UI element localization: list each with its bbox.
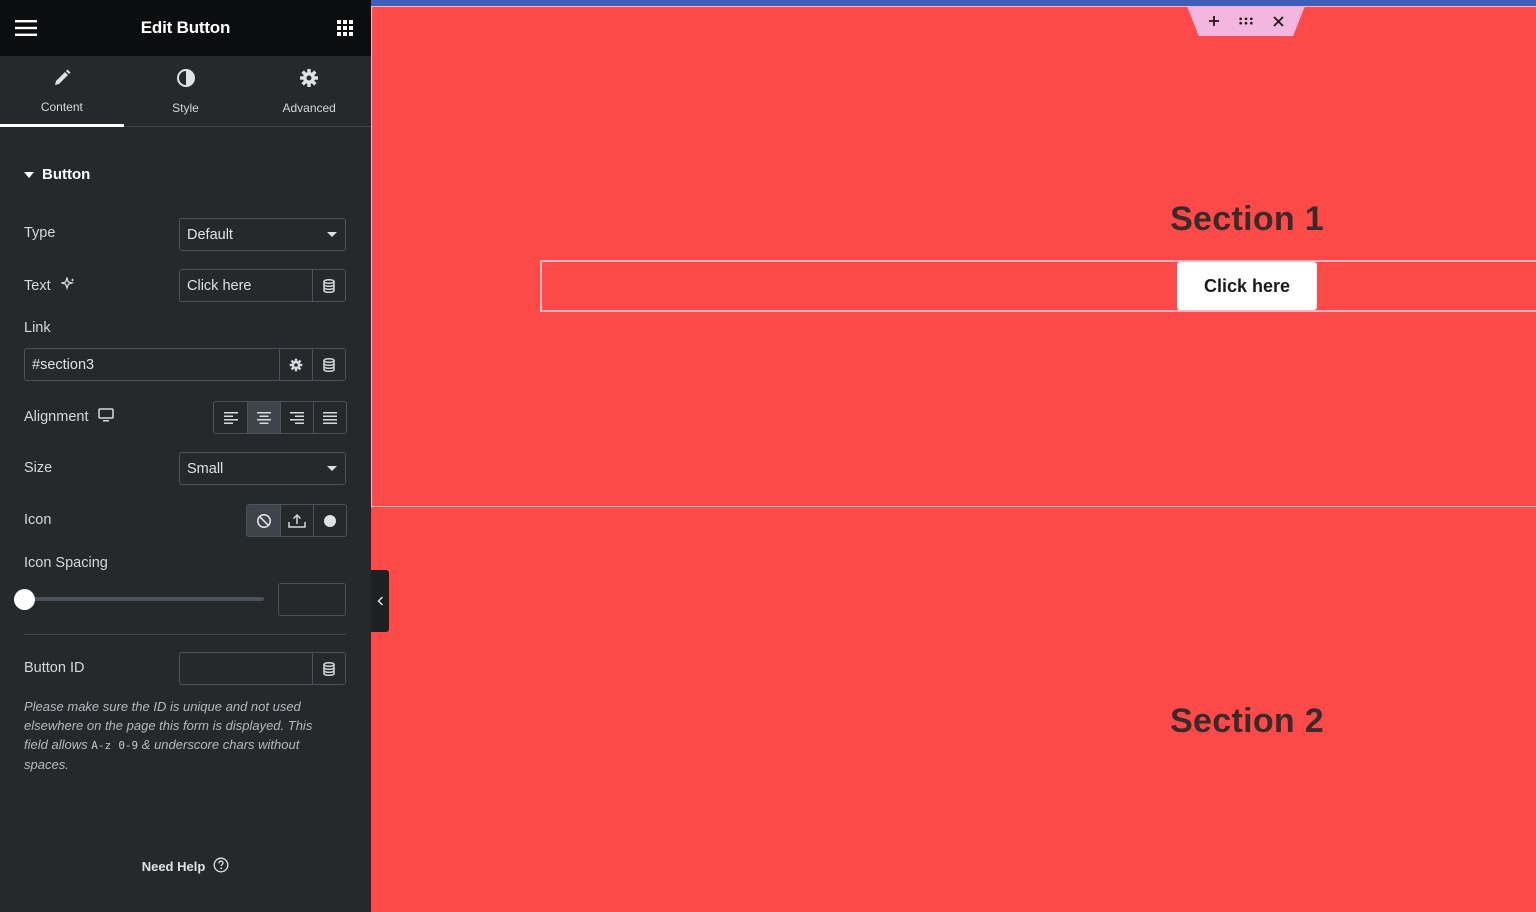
type-label: Type [24, 225, 56, 241]
link-options-gear-icon[interactable] [279, 349, 312, 380]
need-help-link[interactable]: Need Help [0, 857, 371, 876]
divider [24, 634, 346, 635]
chevron-down-icon [327, 466, 337, 471]
desktop-responsive-icon[interactable] [98, 408, 115, 426]
align-right-icon[interactable] [280, 402, 313, 433]
need-help-label: Need Help [141, 859, 206, 874]
text-field: Click here [179, 269, 346, 302]
panel-title: Edit Button [140, 18, 231, 37]
gear-icon [299, 68, 319, 93]
panel-header: Edit Button [0, 0, 371, 56]
chevron-down-icon [327, 232, 337, 237]
button-section-toggle[interactable]: Button [24, 166, 90, 183]
section-title: Button [42, 166, 91, 183]
tab-style[interactable]: Style [124, 56, 248, 126]
alignment-label: Alignment [24, 408, 115, 426]
chevron-left-icon [376, 596, 383, 606]
question-circle-icon [213, 857, 229, 876]
button-widget-outline[interactable] [540, 260, 1536, 312]
panel-tabs: Content Style Advanced [0, 56, 371, 127]
drag-handle-icon[interactable] [1238, 13, 1254, 29]
tab-style-label: Style [172, 100, 199, 115]
tab-content-label: Content [40, 99, 83, 114]
add-element-plus-icon[interactable] [1206, 13, 1222, 29]
size-label: Size [24, 460, 53, 476]
size-select-value: Small [187, 460, 224, 477]
icon-spacing-label: Icon Spacing [24, 555, 108, 571]
tab-advanced-label: Advanced [282, 100, 336, 115]
tab-content[interactable]: Content [0, 56, 124, 127]
text-label: Text [24, 275, 75, 295]
contrast-icon [176, 68, 196, 93]
dynamic-tags-icon[interactable] [312, 270, 345, 301]
dynamic-tags-icon[interactable] [312, 349, 345, 380]
section-2-heading[interactable]: Section 2 [1047, 702, 1447, 741]
caret-down-icon [24, 171, 34, 178]
align-justify-icon[interactable] [313, 402, 346, 433]
icon-label: Icon [24, 512, 52, 528]
dynamic-tags-icon[interactable] [312, 653, 345, 684]
alignment-group [213, 401, 347, 434]
icon-spacing-slider-track[interactable] [24, 597, 264, 601]
icon-choice-group [246, 504, 347, 537]
text-input[interactable]: Click here [180, 270, 312, 301]
icon-spacing-slider-handle[interactable] [14, 589, 35, 610]
hamburger-menu-icon[interactable] [14, 16, 38, 40]
icon-library-circle-icon[interactable] [313, 505, 346, 536]
section-1-heading[interactable]: Section 1 [1047, 200, 1447, 239]
link-input[interactable]: #section3 [25, 349, 279, 380]
icon-spacing-input[interactable] [278, 583, 346, 616]
delete-close-icon[interactable] [1270, 13, 1286, 29]
button-id-input[interactable] [180, 653, 312, 684]
widgets-grid-icon[interactable] [333, 16, 357, 40]
button-id-help-note: Please make sure the ID is unique and no… [24, 699, 313, 772]
link-label: Link [24, 320, 51, 336]
align-left-icon[interactable] [214, 402, 247, 433]
ai-sparkle-icon[interactable] [59, 275, 75, 295]
pencil-icon [53, 69, 71, 92]
click-here-button[interactable]: Click here [1177, 262, 1317, 310]
no-icon-ban-icon[interactable] [247, 505, 280, 536]
link-field: #section3 [24, 348, 346, 381]
upload-icon[interactable] [280, 505, 313, 536]
tab-advanced[interactable]: Advanced [247, 56, 371, 126]
editor-panel: Edit Button Content Style Advanced Butto… [0, 0, 371, 912]
button-id-label: Button ID [24, 660, 85, 676]
align-center-icon[interactable] [247, 402, 280, 433]
type-select[interactable]: Default [179, 218, 346, 251]
collapse-panel-handle[interactable] [371, 570, 389, 632]
type-select-value: Default [187, 226, 233, 243]
section-toolbar [1187, 6, 1305, 36]
section-1-container[interactable] [371, 6, 1536, 507]
size-select[interactable]: Small [179, 452, 346, 485]
button-id-field [179, 652, 346, 685]
